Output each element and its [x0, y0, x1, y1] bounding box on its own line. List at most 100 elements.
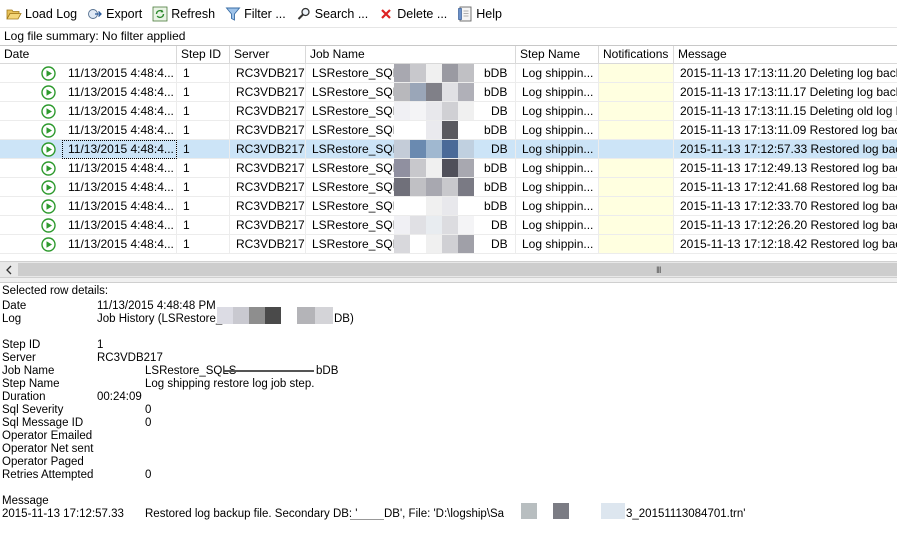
row-server: RC3VDB217	[230, 83, 306, 102]
row-server: RC3VDB217	[230, 197, 306, 216]
log-grid: Date Step ID Server Job Name Step Name N…	[0, 45, 897, 261]
row-step-name: Log shippin...	[516, 64, 599, 83]
success-play-icon	[41, 142, 56, 158]
row-date: 11/13/2015 4:48:4...	[62, 140, 177, 159]
redacted-block	[553, 503, 569, 519]
table-row[interactable]: 11/13/2015 4:48:4... 1 RC3VDB217 LSRestore_…	[0, 102, 897, 121]
redacted-block	[394, 121, 410, 139]
row-message: 2015-11-13 17:12:26.20 Restored log back…	[674, 216, 897, 235]
column-header-date[interactable]: Date	[0, 46, 177, 64]
row-server: RC3VDB217	[230, 235, 306, 254]
redacted-block	[426, 121, 442, 139]
table-row[interactable]: 11/13/2015 4:48:4... 1 RC3VDB217 LSRestore_…	[0, 235, 897, 254]
redacted-block	[458, 178, 474, 196]
row-notifications	[599, 159, 674, 178]
table-row[interactable]: 11/13/2015 4:48:4... 1 RC3VDB217 LSRestore_…	[0, 140, 897, 159]
log-summary: Log file summary: No filter applied	[0, 28, 897, 45]
row-server: RC3VDB217	[230, 216, 306, 235]
scroll-left-icon[interactable]	[0, 262, 17, 277]
redacted-block	[410, 102, 426, 120]
scrollbar-thumb[interactable]: III	[18, 263, 897, 276]
row-job-name-suffix: DB	[491, 237, 508, 251]
row-notifications	[599, 178, 674, 197]
redacted-block	[426, 140, 442, 158]
row-step-name: Log shippin...	[516, 216, 599, 235]
row-notifications	[599, 121, 674, 140]
redacted-block	[394, 140, 410, 158]
column-header-notifications[interactable]: Notifications	[599, 46, 674, 64]
redacted-block	[442, 178, 458, 196]
column-header-step-name[interactable]: Step Name	[516, 46, 599, 64]
success-play-icon	[41, 104, 56, 120]
row-job-name: LSRestore_SQLS DB	[306, 102, 516, 121]
redacted-block	[426, 83, 442, 101]
row-status-cell	[0, 83, 62, 102]
table-row[interactable]: 11/13/2015 4:48:4... 1 RC3VDB217 LSRestore_…	[0, 159, 897, 178]
row-step-name: Log shippin...	[516, 102, 599, 121]
row-step-name: Log shippin...	[516, 140, 599, 159]
horizontal-scrollbar[interactable]: III	[0, 261, 897, 278]
filter-icon	[225, 6, 241, 22]
column-header-message[interactable]: Message	[674, 46, 897, 64]
row-status-cell	[0, 197, 62, 216]
redacted-block	[394, 64, 410, 82]
success-play-icon	[41, 85, 56, 101]
row-job-name: LSRestore_SQLS DB	[306, 235, 516, 254]
toolbar: Load Log Export Refresh Filter ... Searc…	[0, 0, 897, 28]
row-notifications	[599, 216, 674, 235]
redacted-block	[410, 216, 426, 234]
export-button[interactable]: Export	[83, 3, 146, 25]
redacted-block	[442, 64, 458, 82]
redacted-block	[521, 503, 537, 519]
search-button[interactable]: Search ...	[292, 3, 373, 25]
success-play-icon	[41, 161, 56, 177]
row-step-id: 1	[177, 140, 230, 159]
redacted-block	[394, 216, 410, 234]
redacted-block	[410, 140, 426, 158]
redacted-block	[394, 178, 410, 196]
row-step-id: 1	[177, 197, 230, 216]
scrollbar-grip: III	[656, 265, 661, 275]
column-header-step-id[interactable]: Step ID	[177, 46, 230, 64]
delete-button[interactable]: Delete ...	[374, 3, 451, 25]
column-header-job-name[interactable]: Job Name	[306, 46, 516, 64]
row-message: 2015-11-13 17:12:41.68 Restored log back…	[674, 178, 897, 197]
row-notifications	[599, 235, 674, 254]
redacted-block	[394, 197, 410, 215]
table-row[interactable]: 11/13/2015 4:48:4... 1 RC3VDB217 LSRestore_…	[0, 216, 897, 235]
delete-icon	[378, 6, 394, 22]
row-status-cell	[0, 235, 62, 254]
help-button[interactable]: Help	[453, 3, 506, 25]
row-date: 11/13/2015 4:48:4...	[62, 197, 177, 216]
redacted-block	[458, 140, 474, 158]
row-message: 2015-11-13 17:12:57.33 Restored log back…	[674, 140, 897, 159]
load-log-button[interactable]: Load Log	[2, 3, 81, 25]
row-step-id: 1	[177, 159, 230, 178]
redacted-block	[442, 216, 458, 234]
row-step-name: Log shippin...	[516, 197, 599, 216]
redacted-block	[426, 102, 442, 120]
row-status-cell	[0, 140, 62, 159]
table-row[interactable]: 11/13/2015 4:48:4... 1 RC3VDB217 LSRestore_…	[0, 64, 897, 83]
table-row[interactable]: 11/13/2015 4:48:4... 1 RC3VDB217 LSRestore_…	[0, 83, 897, 102]
detail-message-timestamp: 2015-11-13 17:12:57.33	[2, 508, 124, 520]
redacted-block	[458, 216, 474, 234]
row-status-cell	[0, 178, 62, 197]
row-job-name-suffix: DB	[491, 218, 508, 232]
refresh-icon	[152, 6, 168, 22]
redacted-block	[410, 197, 426, 215]
success-play-icon	[41, 237, 56, 253]
table-row[interactable]: 11/13/2015 4:48:4... 1 RC3VDB217 LSRestore_…	[0, 197, 897, 216]
row-job-name-suffix: bDB	[484, 123, 508, 137]
redacted-block	[394, 159, 410, 177]
table-row[interactable]: 11/13/2015 4:48:4... 1 RC3VDB217 LSRestore_…	[0, 178, 897, 197]
column-header-server[interactable]: Server	[230, 46, 306, 64]
refresh-button[interactable]: Refresh	[148, 3, 219, 25]
row-step-id: 1	[177, 121, 230, 140]
table-row[interactable]: 11/13/2015 4:48:4... 1 RC3VDB217 LSRestore_…	[0, 121, 897, 140]
filter-button[interactable]: Filter ...	[221, 3, 290, 25]
redacted-block	[394, 83, 410, 101]
redacted-block	[217, 307, 281, 324]
redacted-block	[458, 159, 474, 177]
detail-date-value: 11/13/2015 4:48:48 PM	[97, 300, 216, 312]
